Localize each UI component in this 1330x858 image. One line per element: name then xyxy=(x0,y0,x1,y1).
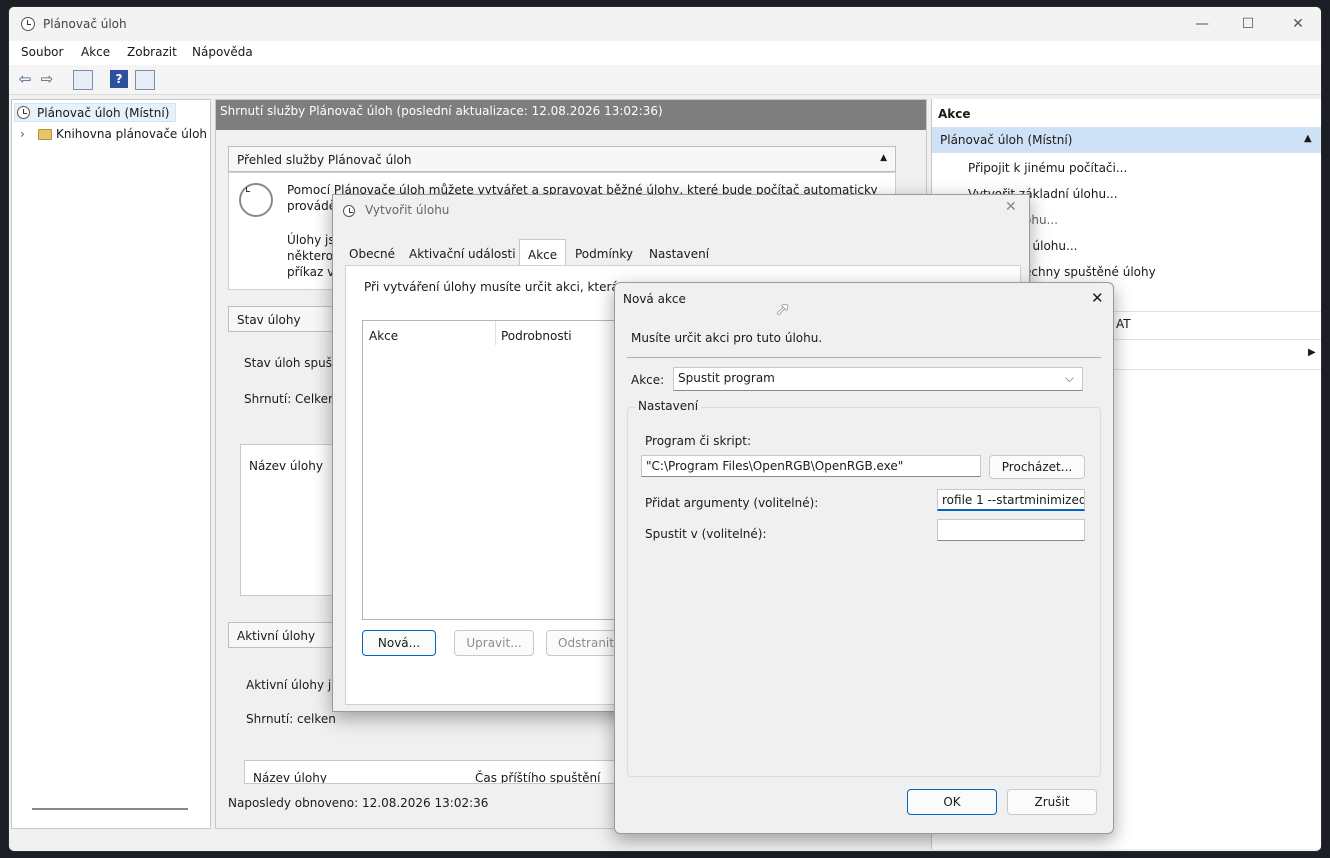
horizontal-scrollbar[interactable] xyxy=(32,808,188,810)
column-header-task-name[interactable]: Název úlohy xyxy=(253,771,327,783)
action-select-value: Spustit program xyxy=(678,371,775,385)
browse-button[interactable]: Procházet... xyxy=(989,455,1085,479)
menu-bar: Soubor Akce Zobrazit Nápověda xyxy=(9,41,1321,65)
section-title: Stav úlohy xyxy=(237,313,301,327)
console-tree: Plánovač úloh (Místní) › Knihovna plánov… xyxy=(11,99,211,829)
actions-group-local[interactable]: Plánovač úloh (Místní) ▲ xyxy=(932,127,1321,153)
active-summary-text: Shrnutí: celken xyxy=(246,712,336,726)
overview-section-header[interactable]: Přehled služby Plánovač úloh ▲ xyxy=(228,146,896,172)
tree-item-library[interactable]: › Knihovna plánovače úloh xyxy=(20,126,212,145)
action-label: Akce: xyxy=(631,373,665,387)
action-running-tasks[interactable]: echny spuštěné úlohy xyxy=(1024,265,1156,279)
show-hide-action-pane-icon[interactable] xyxy=(135,70,155,90)
overview-text: Úlohy js xyxy=(287,233,335,247)
new-action-dialog: Nová akce ✕ ➚ Musíte určit akci pro tuto… xyxy=(614,282,1114,834)
close-button[interactable]: ✕ xyxy=(1091,289,1104,307)
column-header-details[interactable]: Podrobnosti xyxy=(501,329,572,343)
tree-item-label: Plánovač úloh (Místní) xyxy=(37,106,170,120)
menu-napoveda[interactable]: Nápověda xyxy=(192,45,253,59)
chevron-right-icon[interactable]: › xyxy=(20,127,25,141)
divider xyxy=(627,357,1101,358)
title-bar: Plánovač úloh — ☐ ✕ xyxy=(9,7,1321,41)
close-button[interactable]: ✕ xyxy=(1275,13,1321,35)
edit-action-button[interactable]: Upravit... xyxy=(454,630,534,656)
dialog-title: Vytvořit úlohu xyxy=(365,203,450,217)
column-divider xyxy=(495,321,496,345)
dialog-title: Nová akce xyxy=(623,292,686,306)
start-in-label: Spustit v (volitelné): xyxy=(645,527,767,541)
program-label: Program či skript: xyxy=(645,434,752,448)
toolbar: ⇦ ⇨ ? xyxy=(9,65,1321,95)
action-import[interactable]: t úlohu... xyxy=(1024,239,1077,253)
clock-icon xyxy=(343,205,355,217)
forward-arrow-icon[interactable]: ⇨ xyxy=(37,69,57,89)
overview-text: příkaz v xyxy=(287,265,335,279)
chevron-down-icon[interactable]: ⌵ xyxy=(1065,371,1074,386)
status-summary-text: Shrnutí: Celken xyxy=(244,392,336,406)
mouse-cursor-icon: ➚ xyxy=(775,299,791,320)
overview-text: provádě xyxy=(287,199,337,213)
tab-general[interactable]: Obecné xyxy=(345,243,399,267)
back-arrow-icon[interactable]: ⇦ xyxy=(15,69,35,89)
arguments-input[interactable]: rofile 1 --startminimized xyxy=(937,489,1085,511)
tab-actions[interactable]: Akce xyxy=(519,239,567,267)
active-text: Aktivní úlohy j xyxy=(246,678,332,692)
submenu-arrow-icon[interactable]: ▶ xyxy=(1308,347,1316,358)
action-select[interactable]: Spustit program ⌵ xyxy=(673,367,1083,391)
collapse-icon[interactable]: ▲ xyxy=(880,153,887,163)
section-title: Aktivní úlohy xyxy=(237,629,316,643)
last-refreshed-text: Naposledy obnoveno: 12.08.2026 13:02:36 xyxy=(228,796,489,810)
summary-header: Shrnutí služby Plánovač úloh (poslední a… xyxy=(216,100,926,130)
arguments-label: Přidat argumenty (volitelné): xyxy=(645,496,819,510)
column-header-next-run[interactable]: Čas příštího spuštění xyxy=(475,771,601,783)
ok-button[interactable]: OK xyxy=(907,789,997,815)
help-icon[interactable]: ? xyxy=(110,70,128,88)
start-in-input[interactable] xyxy=(937,519,1085,541)
clock-icon xyxy=(239,183,273,217)
tree-item-local[interactable]: Plánovač úloh (Místní) xyxy=(14,103,176,122)
status-text: Stav úloh spušt xyxy=(244,356,337,370)
menu-zobrazit[interactable]: Zobrazit xyxy=(127,45,177,59)
action-connect[interactable]: Připojit k jinému počítači... xyxy=(968,161,1127,175)
new-action-button[interactable]: Nová... xyxy=(362,630,436,656)
program-input[interactable]: "C:\Program Files\OpenRGB\OpenRGB.exe" xyxy=(641,455,981,477)
menu-akce[interactable]: Akce xyxy=(81,45,110,59)
tab-triggers[interactable]: Aktivační události xyxy=(405,243,520,267)
tree-item-label: Knihovna plánovače úloh xyxy=(56,127,208,141)
column-header-task-name[interactable]: Název úlohy xyxy=(249,459,323,473)
action-at-service[interactable]: AT xyxy=(1116,317,1131,331)
settings-group-label: Nastavení xyxy=(635,399,702,413)
maximize-button[interactable]: ☐ xyxy=(1225,13,1271,35)
minimize-button[interactable]: — xyxy=(1179,13,1225,35)
actions-header: Akce xyxy=(938,107,971,121)
column-header-action[interactable]: Akce xyxy=(369,329,398,343)
actions-description: Při vytváření úlohy musíte určit akci, k… xyxy=(364,280,619,294)
clock-icon xyxy=(21,17,35,31)
show-hide-console-tree-icon[interactable] xyxy=(73,70,93,90)
tab-conditions[interactable]: Podmínky xyxy=(571,243,637,267)
tab-strip: Obecné Aktivační události Akce Podmínky … xyxy=(345,239,1025,267)
instruction-text: Musíte určit akci pro tuto úlohu. xyxy=(631,331,823,345)
menu-soubor[interactable]: Soubor xyxy=(21,45,63,59)
actions-group-label: Plánovač úloh (Místní) xyxy=(940,133,1073,147)
close-button[interactable]: ✕ xyxy=(1005,199,1017,215)
collapse-icon[interactable]: ▲ xyxy=(1304,133,1312,144)
cancel-button[interactable]: Zrušit xyxy=(1007,789,1097,815)
tab-settings[interactable]: Nastavení xyxy=(645,243,713,267)
clock-icon xyxy=(17,106,30,119)
window-title: Plánovač úloh xyxy=(43,17,127,31)
folder-icon xyxy=(38,129,52,140)
section-title: Přehled služby Plánovač úloh xyxy=(237,153,412,167)
